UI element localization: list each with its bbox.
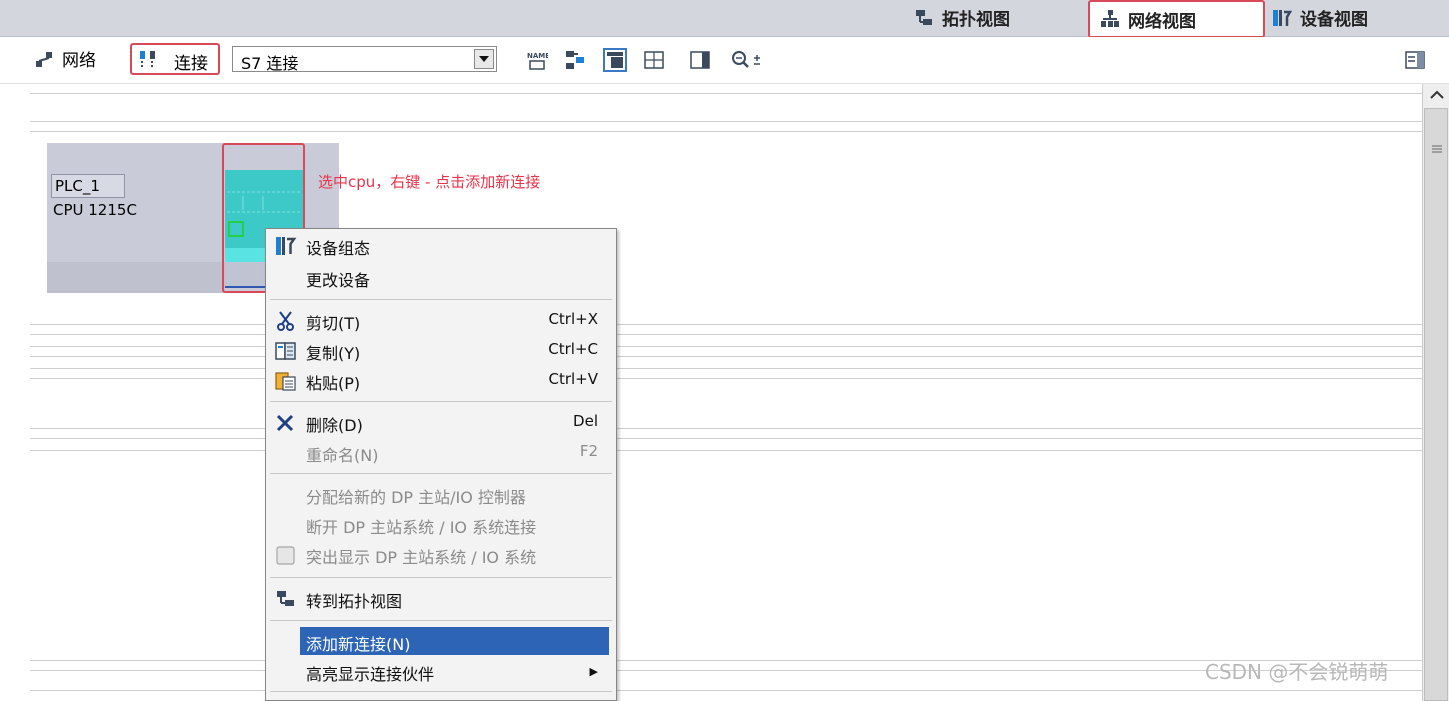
layout-view-2-icon[interactable] [643,49,665,71]
canvas-gridline [30,438,1422,439]
menu-item-assign-dp-master[interactable]: 分配给新的 DP 主站/IO 控制器 [266,480,616,510]
scroll-thumb[interactable] [1424,108,1448,701]
menu-item-shortcut: Ctrl+C [548,340,598,358]
menu-item-copy[interactable]: 复制(Y) Ctrl+C [266,336,616,366]
menu-item-label: 高亮显示连接伙伴 [306,665,435,684]
connections-label: 连接 [174,54,208,74]
canvas-gridline [30,93,1422,94]
menu-item-go-topology[interactable]: 转到拓扑视图 [266,584,616,614]
topology-icon [275,589,297,609]
checkbox-icon[interactable] [275,545,297,565]
canvas-gridline [30,121,1422,122]
menu-separator [270,577,612,578]
menu-item-add-new-connection[interactable]: 添加新连接(N) [266,627,616,657]
menu-separator [270,620,612,621]
network-toolbar: 网络 连接 S7 连接 NAME [0,37,1449,84]
menu-item-paste[interactable]: 粘贴(P) Ctrl+V [266,366,616,396]
copy-icon [275,341,297,361]
menu-item-change-device[interactable]: 更改设备 [266,263,616,293]
menu-separator [270,401,612,402]
zoom-icon[interactable] [731,49,761,71]
menu-separator [270,299,612,300]
vertical-scrollbar[interactable] [1422,84,1449,701]
svg-text:NAME: NAME [527,52,548,60]
instruction-annotation: 选中cpu，右键 - 点击添加新连接 [318,173,541,191]
canvas-gridline [30,346,1422,347]
topology-icon [914,8,934,28]
view-tab-bar: 拓扑视图 网络视图 设备视图 [0,0,1449,38]
menu-item-rename[interactable]: 重命名(N) F2 [266,438,616,468]
canvas-gridline [30,356,1422,357]
canvas-gridline [30,324,1422,325]
device-config-icon [275,236,297,256]
network-mode-icon[interactable] [34,49,56,71]
canvas-gridline [30,334,1422,335]
name-display-icon[interactable]: NAME [526,49,550,71]
device-type: CPU 1215C [53,201,137,219]
connection-type-value: S7 连接 [241,54,299,73]
menu-item-label: 剪切(T) [306,314,361,333]
menu-item-highlight-dp-system[interactable]: 突出显示 DP 主站系统 / IO 系统 [266,540,616,570]
menu-item-shortcut: Ctrl+V [548,370,598,388]
tab-label: 拓扑视图 [942,10,1010,30]
canvas-gridline [30,378,1422,379]
menu-item-label: 添加新连接(N) [306,635,411,654]
menu-item-cut[interactable]: 剪切(T) Ctrl+X [266,306,616,336]
menu-item-label: 断开 DP 主站系统 / IO 系统连接 [306,518,537,537]
node-overview-icon[interactable] [564,49,586,71]
menu-item-label: 删除(D) [306,416,363,435]
menu-item-label: 重命名(N) [306,446,379,465]
menu-item-delete[interactable]: 删除(D) Del [266,408,616,438]
grip-icon [1431,139,1443,153]
menu-item-label: 复制(Y) [306,344,361,363]
device-config-icon [1272,8,1293,28]
menu-item-label: 更改设备 [306,271,371,290]
layout-view-3-icon[interactable] [689,49,711,71]
tab-network-view[interactable]: 网络视图 [1088,0,1265,38]
menu-item-shortcut: F2 [579,442,598,460]
tab-label: 网络视图 [1128,11,1196,32]
canvas-gridline [30,131,1422,132]
menu-item-shortcut: Ctrl+X [548,310,598,328]
tab-topology-view[interactable]: 拓扑视图 [914,0,1084,35]
tab-label: 设备视图 [1300,10,1368,30]
panel-toggle-icon[interactable] [1404,49,1426,71]
submenu-arrow-icon: ▶ [589,665,598,678]
dropdown-arrow-icon[interactable] [474,49,494,69]
scissors-icon [275,311,297,331]
canvas-gridline [30,690,1422,691]
context-menu: 设备组态 更改设备 剪切(T) Ctrl+X 复制(Y) Ctrl+C 粘贴(P… [265,228,617,701]
menu-separator [270,473,612,474]
watermark: CSDN @不会锐萌萌 [1205,660,1389,684]
network-mode-label[interactable]: 网络 [62,46,96,71]
canvas-gridline [30,450,1422,451]
menu-item-label: 转到拓扑视图 [306,592,403,611]
menu-item-label: 粘贴(P) [306,374,361,393]
menu-item-disconnect-dp-system[interactable]: 断开 DP 主站系统 / IO 系统连接 [266,510,616,540]
device-footer [47,262,225,293]
paste-icon [275,371,297,391]
menu-item-label: 设备组态 [306,239,371,258]
network-icon [1100,9,1120,29]
menu-item-label: 突出显示 DP 主站系统 / IO 系统 [306,548,537,567]
scroll-up-icon[interactable] [1427,86,1447,104]
layout-view-1-icon[interactable] [603,48,627,72]
connections-mode-button[interactable]: 连接 [130,43,220,75]
canvas-gridline [30,428,1422,429]
device-name[interactable]: PLC_1 [51,174,125,198]
menu-item-device-config[interactable]: 设备组态 [266,231,616,261]
delete-x-icon [275,413,297,433]
connection-type-select[interactable]: S7 连接 [232,46,497,73]
tab-device-view[interactable]: 设备视图 [1272,0,1442,35]
menu-item-shortcut: Del [573,412,598,430]
menu-item-highlight-partner[interactable]: 高亮显示连接伙伴 ▶ [266,657,616,687]
canvas-gridline [30,368,1422,369]
menu-separator [270,691,612,692]
connections-icon [138,49,160,71]
menu-item-label: 分配给新的 DP 主站/IO 控制器 [306,488,526,507]
